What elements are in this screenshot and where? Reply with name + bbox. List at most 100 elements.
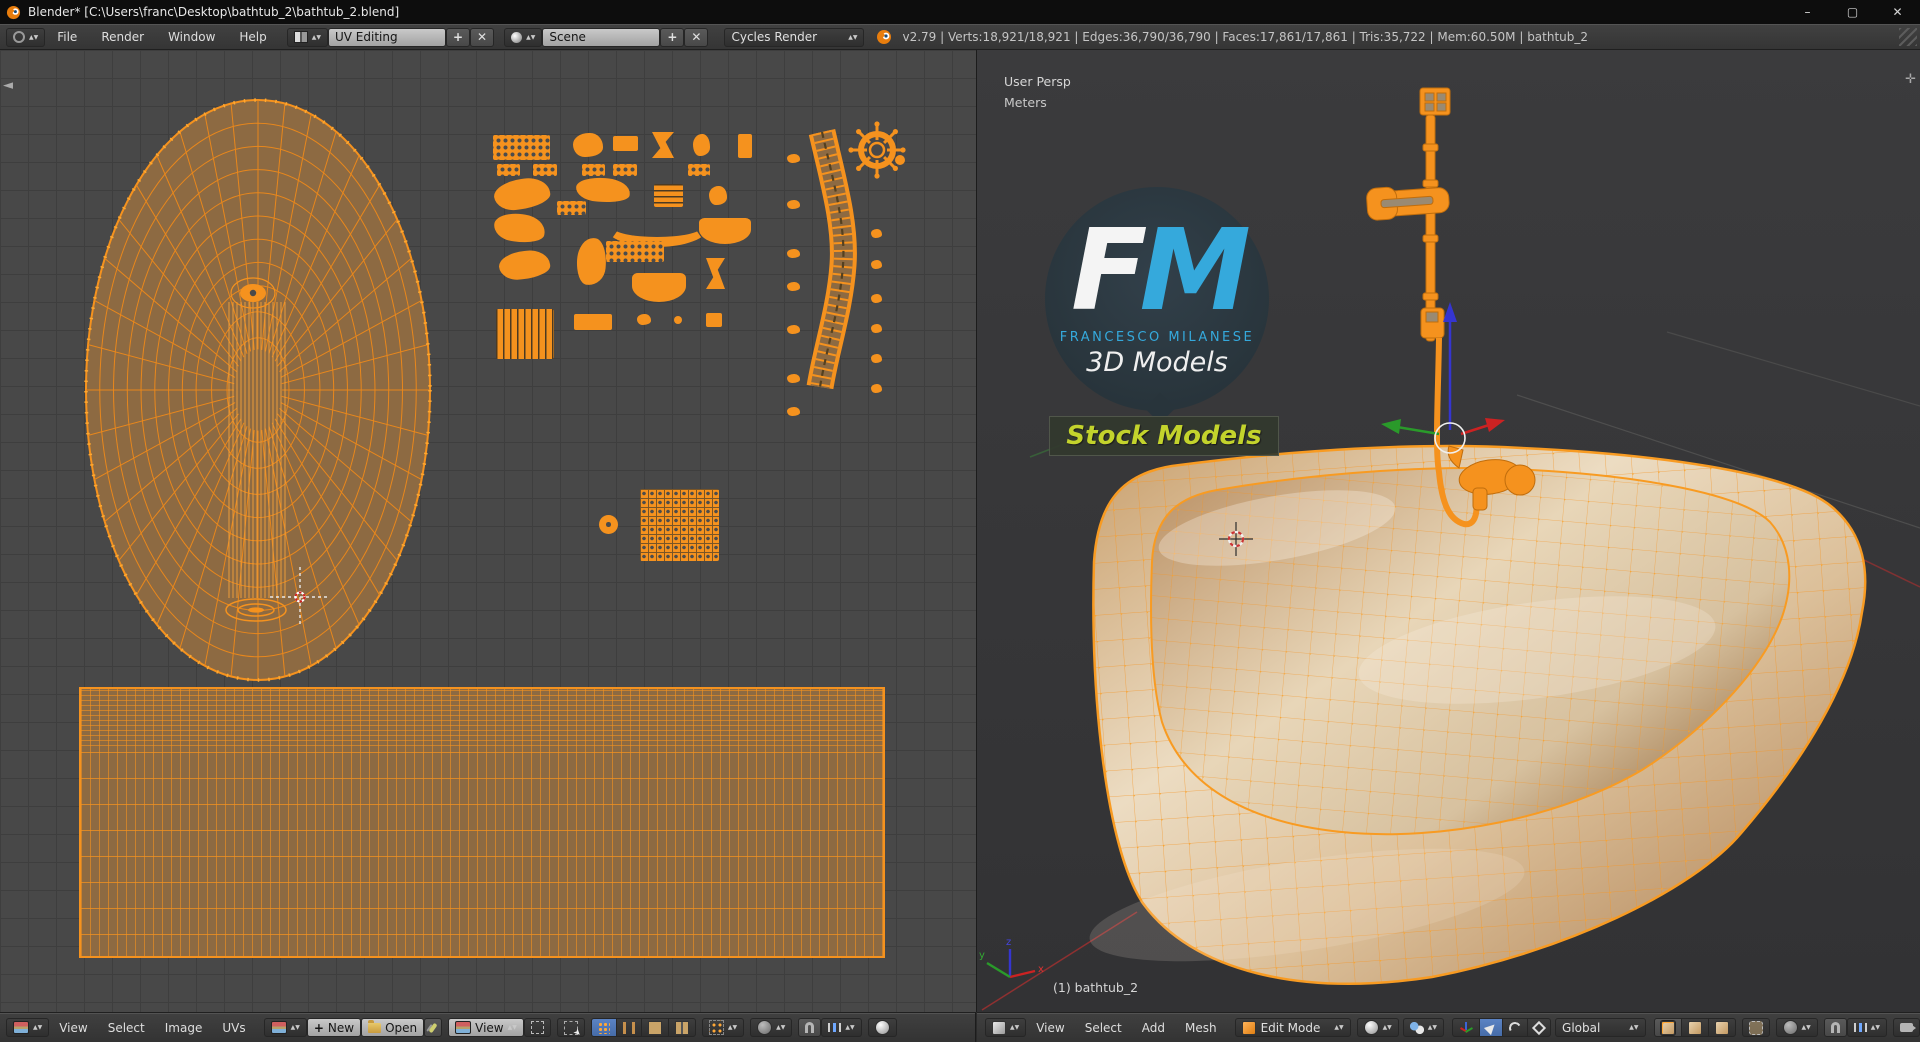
menu-help[interactable]: Help [227,30,278,44]
close-button[interactable]: ✕ [1875,0,1920,24]
v3d-menu-select[interactable]: Select [1075,1021,1132,1035]
add-layout-button[interactable]: + [445,27,471,47]
scene-field[interactable]: Scene [542,27,661,47]
delete-layout-button[interactable]: ✕ [470,27,495,47]
logo-author-name: FRANCESCO MILANESE [1059,330,1255,345]
pivot-dropdown[interactable]: ▲▼ [1402,1018,1445,1037]
editor-type-image-button[interactable]: ▲▼ [6,1018,50,1037]
proportional-edit-dropdown[interactable]: ▲▼ [1775,1018,1818,1037]
center-view-button[interactable] [523,1018,551,1037]
editor-type-3d-button[interactable]: ▲▼ [985,1018,1027,1037]
uv-menu-image[interactable]: Image [155,1021,213,1035]
open-image-button[interactable]: Open [361,1018,425,1037]
snap-element-dropdown[interactable]: ▲▼ [1846,1018,1887,1037]
uv-face-select-button[interactable] [640,1018,669,1037]
uv-island [573,133,603,157]
texture-preview-button[interactable] [867,1018,897,1037]
edge-mode-button[interactable] [1680,1018,1709,1037]
uv-island [871,229,882,238]
uv-island [599,515,618,534]
image-datablock-button[interactable]: ▲▼ [263,1018,307,1037]
new-image-button[interactable]: + New [306,1018,362,1037]
maximize-button[interactable]: ▢ [1830,0,1875,24]
render-engine-dropdown[interactable]: Cycles Render ▲▼ [724,27,865,47]
uv-vertex-select-button[interactable] [590,1018,617,1037]
minimize-button[interactable]: – [1785,0,1830,24]
uv-island [613,136,638,151]
image-icon [455,1021,472,1034]
region-expand-icon[interactable]: ◄ [3,78,13,93]
uv-menu-uvs[interactable]: UVs [212,1021,255,1035]
screen-layout-field[interactable]: UV Editing [327,27,446,47]
limit-selection-button[interactable] [1741,1018,1770,1037]
scale-manipulator-button[interactable] [1527,1018,1552,1037]
proportional-edit-dropdown[interactable]: ▲▼ [750,1018,793,1037]
open-label: Open [385,1020,418,1035]
scene-icon-button[interactable]: ▲▼ [504,27,543,47]
uv-island [871,260,882,269]
sticky-select-dropdown[interactable]: ▲▼ [701,1018,745,1037]
edit-mode-icon [1241,1020,1256,1035]
manipulator-group [1452,1018,1552,1037]
face-select-icon [647,1020,662,1035]
rotate-manipulator-button[interactable] [1502,1018,1529,1037]
viewport-3d-canvas[interactable]: z x y FM FRANCESCO MILANESE 3D Models St… [977,50,1920,1012]
image-view-dropdown[interactable]: View ▲▼ [448,1018,524,1037]
axis-z-label: z [1006,937,1011,948]
screen-layout-icon-button[interactable]: ▲▼ [286,27,328,47]
uv-menu-view[interactable]: View [49,1021,97,1035]
uv-island [709,186,727,205]
v3d-menu-mesh[interactable]: Mesh [1175,1021,1227,1035]
pin-button[interactable] [424,1018,443,1037]
snap-toggle-button[interactable] [798,1018,822,1037]
image-editor-icon [13,1021,29,1034]
pin-icon [428,1022,438,1033]
snap-element-dropdown[interactable]: ▲▼ [821,1018,862,1037]
translate-manipulator-button[interactable] [1479,1018,1504,1037]
vertex-select-icon [597,1021,610,1034]
vertex-mode-button[interactable] [1653,1018,1682,1037]
menu-window[interactable]: Window [156,30,227,44]
titlebar[interactable]: Blender* [C:\Users\franc\Desktop\bathtub… [0,0,1920,24]
editor-type-info-button[interactable]: ▲▼ [6,27,46,47]
uv-island [787,249,800,258]
plus-icon: + [452,30,464,44]
region-expand-icon[interactable]: ✛ [1905,72,1916,87]
opengl-render-button[interactable] [1893,1018,1920,1037]
uv-island-wheel [848,121,906,179]
3d-view-editor-icon [992,1020,1006,1035]
manipulator-toggle-button[interactable] [1452,1018,1481,1037]
uv-island [533,164,557,176]
viewport-shading-dropdown[interactable]: ▲▼ [1356,1018,1399,1037]
face-mode-button[interactable] [1707,1018,1736,1037]
uv-island [871,384,882,393]
grid-line [1666,331,1920,407]
face-mode-icon [1714,1020,1729,1035]
info-header: ▲▼ File Render Window Help ▲▼ UV Editing… [0,24,1920,50]
image-icon [270,1021,287,1034]
mode-dropdown[interactable]: Edit Mode ▲▼ [1234,1018,1351,1037]
uv-edge-select-button[interactable] [615,1018,642,1037]
uv-island [706,313,722,327]
uv-island [787,200,800,209]
uv-island [871,324,882,333]
axis-x-label: x [1038,964,1044,975]
logo-initial-m: M [1139,206,1251,336]
snap-toggle-button[interactable] [1823,1018,1847,1037]
delete-scene-button[interactable]: ✕ [684,27,709,47]
uv-editor-canvas[interactable]: ◄ [0,50,977,1012]
logo-tagline: 3D Models [1086,347,1228,378]
uv-island [640,489,719,561]
uv-sync-select-button[interactable] [556,1018,585,1037]
uv-island [637,314,651,325]
uv-island-select-button[interactable] [667,1018,696,1037]
orientation-dropdown[interactable]: Global ▲▼ [1555,1018,1646,1037]
uv-menu-select[interactable]: Select [98,1021,155,1035]
v3d-menu-add[interactable]: Add [1132,1021,1175,1035]
v3d-menu-view[interactable]: View [1026,1021,1074,1035]
scene-name: Scene [549,30,586,44]
menu-render[interactable]: Render [89,30,156,44]
menu-file[interactable]: File [45,30,89,44]
add-scene-button[interactable]: + [660,27,685,47]
editor-corner-grip[interactable] [1899,28,1917,46]
